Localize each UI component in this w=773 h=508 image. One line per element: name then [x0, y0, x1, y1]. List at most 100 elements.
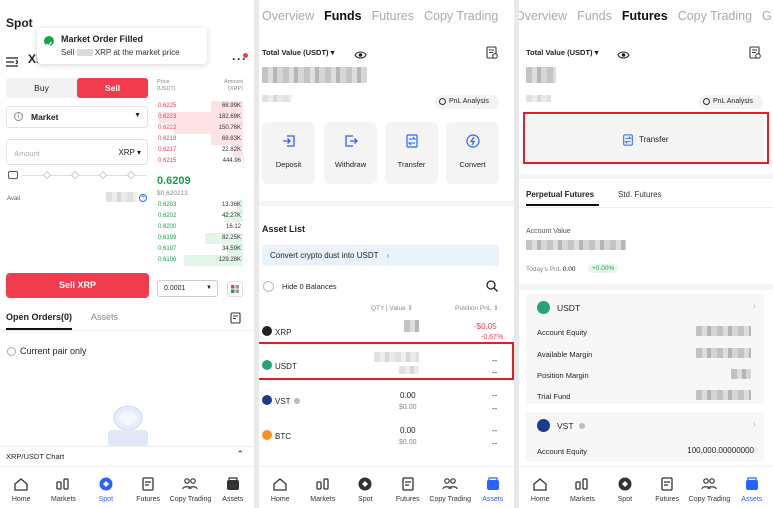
nav-home[interactable]: Home	[0, 467, 42, 508]
orderbook-layout-icon[interactable]	[227, 281, 243, 297]
nav-markets[interactable]: Markets	[42, 467, 84, 508]
col-qty-value[interactable]: QTY | Value ⇕	[371, 304, 413, 312]
chevron-right-icon: ›	[386, 251, 390, 260]
amount-unit-select[interactable]: XRP ▾	[118, 148, 141, 157]
eye-icon[interactable]	[354, 47, 367, 59]
current-pair-checkbox[interactable]	[7, 347, 16, 356]
buy-tab[interactable]: Buy	[6, 78, 77, 98]
precision-select[interactable]: 0.0001 ▼	[157, 280, 218, 297]
bid-row[interactable]: 0.6199 82.25K	[156, 233, 243, 244]
asset-row-btc[interactable]: BTC	[262, 426, 291, 444]
nav-futures[interactable]: Futures	[127, 467, 169, 508]
slider-handle-icon[interactable]	[8, 171, 18, 179]
nav-assets[interactable]: Assets	[731, 467, 773, 508]
bid-row[interactable]: 0.6196 129.28K	[156, 255, 243, 266]
pnl-analysis-button[interactable]: PnL Analysis	[435, 95, 499, 109]
clock-icon	[703, 98, 710, 105]
bid-row[interactable]: 0.6197 34.59K	[156, 244, 243, 255]
records-icon[interactable]	[749, 46, 761, 59]
order-amount: 42.27K	[221, 213, 241, 219]
nav-markets[interactable]: Markets	[561, 467, 603, 508]
total-value-label[interactable]: Total Value (USDT) ▾	[526, 48, 598, 57]
available-margin-redacted	[696, 348, 751, 358]
tab-overview[interactable]: Overview	[519, 9, 567, 23]
order-history-icon[interactable]	[230, 311, 242, 324]
order-type-select[interactable]: i Market ▼	[6, 106, 148, 128]
ask-row[interactable]: 0.6215 444.96	[156, 156, 243, 167]
bid-row[interactable]: 0.6200 16.12	[156, 222, 243, 233]
nav-home[interactable]: Home	[519, 467, 561, 508]
nav-assets[interactable]: Assets	[472, 467, 515, 508]
asset-row-vst[interactable]: VST	[262, 391, 300, 409]
eye-icon[interactable]	[617, 47, 630, 59]
col-position-pnl[interactable]: Position PnL ⇕	[455, 304, 499, 312]
total-value-label[interactable]: Total Value (USDT) ▾	[262, 48, 334, 57]
transfer-button[interactable]: Transfer	[385, 122, 438, 184]
records-icon[interactable]	[486, 46, 498, 59]
nav-spot[interactable]: Spot	[604, 467, 646, 508]
ask-row[interactable]: 0.6222 150.76K	[156, 123, 243, 134]
spot-icon	[618, 477, 632, 491]
bid-row[interactable]: 0.6202 42.27K	[156, 211, 243, 222]
tab-futures[interactable]: Futures	[622, 9, 668, 23]
info-icon[interactable]	[579, 423, 585, 429]
tab-open-orders[interactable]: Open Orders(0)	[6, 312, 72, 322]
nav-copy-trading[interactable]: Copy Trading	[688, 467, 730, 508]
add-icon[interactable]: +	[139, 194, 147, 202]
check-icon	[44, 36, 54, 47]
pnl-analysis-button[interactable]: PnL Analysis	[699, 95, 763, 109]
withdraw-button[interactable]: Withdraw	[324, 122, 377, 184]
tab-std-futures[interactable]: Std. Futures	[618, 190, 662, 199]
tab-copy-trading[interactable]: Copy Trading	[678, 9, 752, 23]
nav-assets[interactable]: Assets	[212, 467, 254, 508]
nav-home[interactable]: Home	[259, 467, 302, 508]
bid-row[interactable]: 0.6203 13.36K	[156, 200, 243, 211]
toast-title: Market Order Filled	[61, 34, 144, 44]
asset-row-xrp[interactable]: XRP	[262, 322, 291, 340]
futures-panel: Overview Funds Futures Copy Trading G Total …	[519, 0, 773, 508]
nav-copy-trading[interactable]: Copy Trading	[169, 467, 211, 508]
copy-trading-icon	[701, 478, 718, 490]
tab-assets[interactable]: Assets	[91, 312, 118, 322]
account-equity-label: Account Equity	[537, 328, 588, 337]
hide-zero-checkbox[interactable]	[263, 281, 274, 292]
tab-perpetual-futures[interactable]: Perpetual Futures	[526, 190, 594, 199]
amount-field[interactable]: Amount XRP ▾	[6, 139, 148, 165]
order-amount: 13.36K	[221, 202, 241, 208]
chart-bar[interactable]: XRP/USDT Chart ⌃	[0, 446, 254, 464]
tab-copy-trading[interactable]: Copy Trading	[424, 9, 498, 23]
nav-spot[interactable]: Spot	[85, 467, 127, 508]
nav-futures[interactable]: Futures	[387, 467, 430, 508]
home-icon	[14, 478, 28, 491]
tab-funds[interactable]: Funds	[577, 9, 612, 23]
convert-button[interactable]: Convert	[446, 122, 499, 184]
chevron-right-icon[interactable]: ›	[753, 419, 756, 430]
nav-spot[interactable]: Spot	[344, 467, 387, 508]
tab-funds[interactable]: Funds	[324, 9, 362, 23]
vst-equity-value: 100,000.00000000	[687, 446, 754, 455]
ask-row[interactable]: 0.6225 68.99K	[156, 101, 243, 112]
current-pair-label: Current pair only	[20, 346, 87, 356]
tab-futures[interactable]: Futures	[372, 9, 414, 23]
sell-tab[interactable]: Sell	[77, 78, 148, 98]
tab-overview[interactable]: Overview	[262, 9, 314, 23]
search-icon[interactable]	[486, 279, 498, 292]
menu-icon[interactable]	[6, 54, 19, 67]
usdt-futures-card[interactable]: USDT › Account Equity Available Margin P…	[526, 294, 764, 404]
chevron-up-icon: ⌃	[236, 449, 244, 459]
ask-row[interactable]: 0.6218 69.83K	[156, 134, 243, 145]
nav-markets[interactable]: Markets	[302, 467, 345, 508]
vst-futures-card[interactable]: VST › Account Equity 100,000.00000000	[526, 412, 764, 462]
ask-row[interactable]: 0.6217 22.82K	[156, 145, 243, 156]
sell-xrp-button[interactable]: Sell XRP	[6, 273, 149, 298]
chevron-right-icon[interactable]: ›	[753, 301, 756, 312]
ask-row[interactable]: 0.6223 182.69K	[156, 112, 243, 123]
deposit-button[interactable]: Deposit	[262, 122, 315, 184]
tab-more[interactable]: G	[762, 9, 772, 23]
order-amount: 68.99K	[221, 103, 241, 109]
convert-dust-banner[interactable]: Convert crypto dust into USDT ›	[262, 245, 499, 266]
section-divider	[519, 174, 773, 179]
nav-futures[interactable]: Futures	[646, 467, 688, 508]
nav-copy-trading[interactable]: Copy Trading	[429, 467, 472, 508]
order-price: 0.6222	[158, 125, 177, 131]
